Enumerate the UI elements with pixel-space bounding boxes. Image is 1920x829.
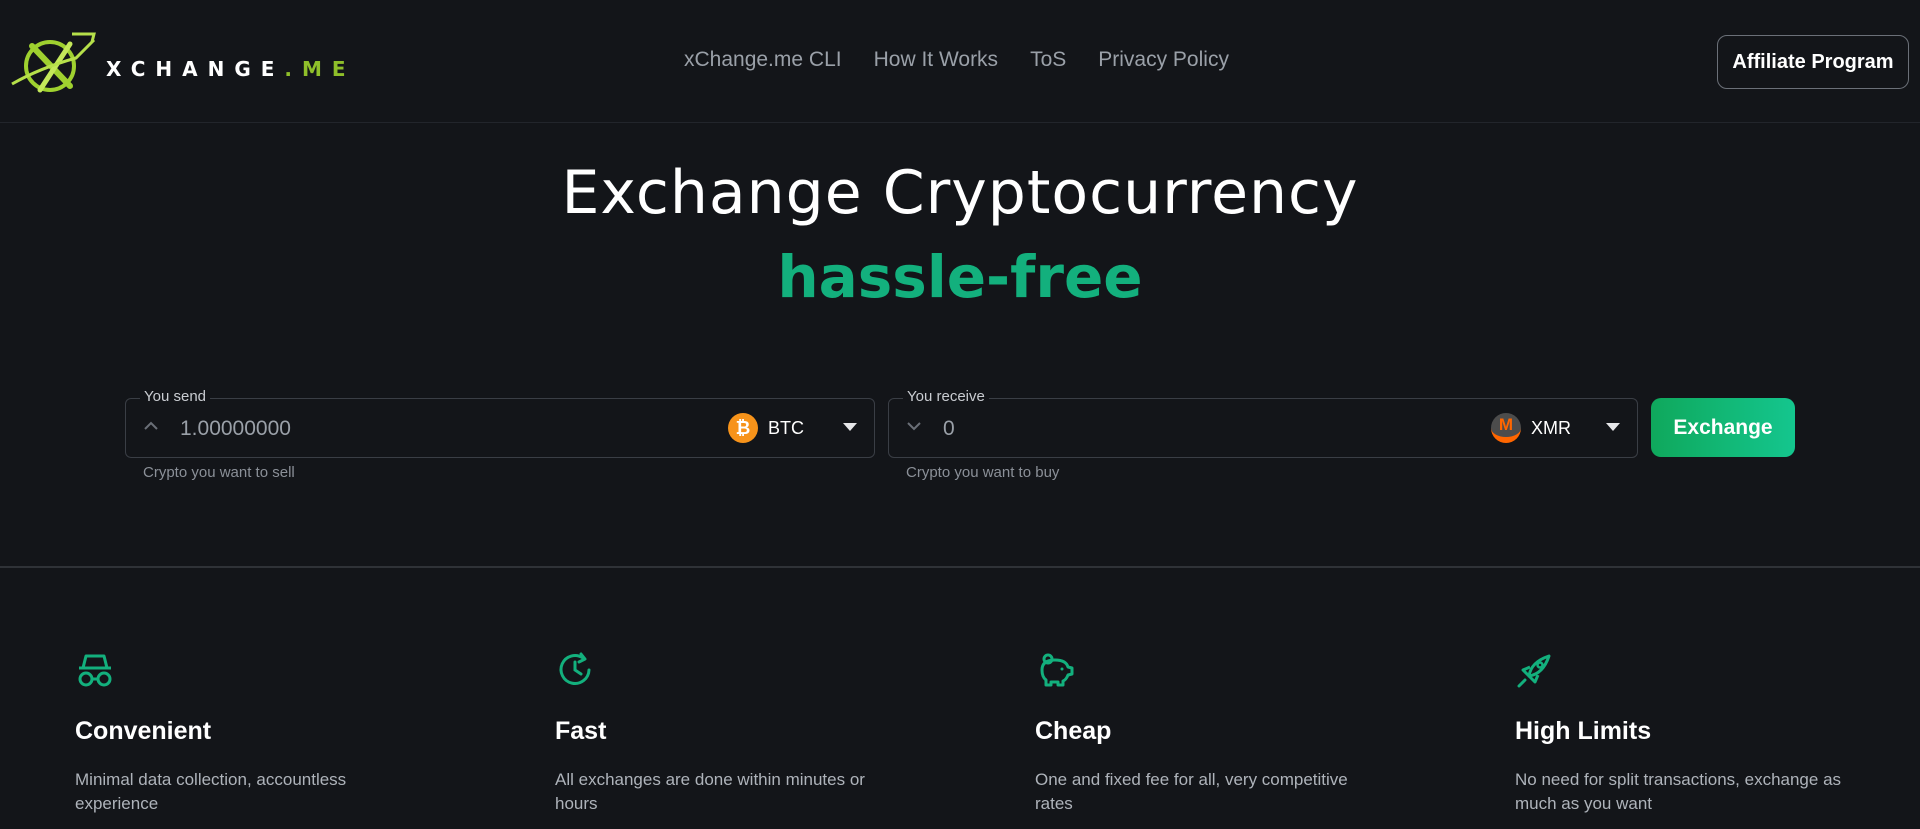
rocket-icon — [1517, 654, 1551, 688]
receive-coin-ticker: XMR — [1531, 417, 1571, 438]
feature-description: Minimal data collection, accountless exp… — [75, 770, 347, 813]
xchange-logo-icon — [11, 32, 96, 93]
feature-description: One and fixed fee for all, very competit… — [1035, 770, 1348, 813]
send-coin-selector[interactable]: ₿ BTC — [728, 413, 804, 443]
hero-title: Exchange Cryptocurrency — [561, 158, 1359, 228]
feature-title: Convenient — [75, 717, 212, 745]
nav-link-tos[interactable]: ToS — [1030, 48, 1066, 72]
feature-fast: Fast All exchanges are done within minut… — [555, 650, 915, 816]
receive-caret-down-icon[interactable] — [1606, 423, 1620, 431]
feature-title: High Limits — [1515, 717, 1652, 745]
incognito-icon — [78, 654, 112, 687]
feature-convenient: Convenient Minimal data collection, acco… — [75, 650, 435, 816]
send-amount-input[interactable] — [178, 399, 622, 459]
send-coin-ticker: BTC — [768, 417, 804, 438]
chevron-down-icon[interactable] — [903, 417, 925, 439]
piggy-bank-icon — [1040, 653, 1074, 687]
receive-field: You receive M XMR — [888, 388, 1638, 459]
logo-text: XCHANGE.ME — [106, 57, 356, 81]
logo[interactable]: XCHANGE.ME — [10, 28, 356, 98]
feature-description: No need for split transactions, exchange… — [1515, 770, 1842, 813]
feature-high-limits: High Limits No need for split transactio… — [1515, 650, 1875, 816]
nav-link-cli[interactable]: xChange.me CLI — [684, 48, 842, 72]
section-divider — [0, 566, 1920, 568]
receive-amount-input[interactable] — [941, 399, 1385, 459]
chevron-up-icon[interactable] — [140, 417, 162, 439]
nav-link-how-it-works[interactable]: How It Works — [874, 48, 998, 72]
site-header: XCHANGE.ME xChange.me CLI How It Works T… — [0, 0, 1920, 123]
feature-title: Cheap — [1035, 717, 1112, 745]
nav-link-privacy-policy[interactable]: Privacy Policy — [1098, 48, 1229, 72]
hero-subtitle: hassle-free — [777, 243, 1143, 311]
send-field: You send ₿ BTC — [125, 388, 875, 459]
monero-icon: M — [1491, 413, 1521, 443]
send-caret-down-icon[interactable] — [843, 423, 857, 431]
exchange-button[interactable]: Exchange — [1651, 398, 1795, 457]
feature-description: All exchanges are done within minutes or… — [555, 770, 865, 813]
clock-refresh-icon — [559, 652, 591, 685]
receive-coin-selector[interactable]: M XMR — [1491, 413, 1571, 443]
feature-cheap: Cheap One and fixed fee for all, very co… — [1035, 650, 1395, 816]
send-helper-text: Crypto you want to sell — [143, 464, 295, 481]
main-nav: xChange.me CLI How It Works ToS Privacy … — [684, 48, 1261, 72]
affiliate-program-button[interactable]: Affiliate Program — [1717, 35, 1909, 89]
feature-title: Fast — [555, 717, 607, 745]
bitcoin-icon: ₿ — [728, 413, 758, 443]
receive-helper-text: Crypto you want to buy — [906, 464, 1060, 481]
